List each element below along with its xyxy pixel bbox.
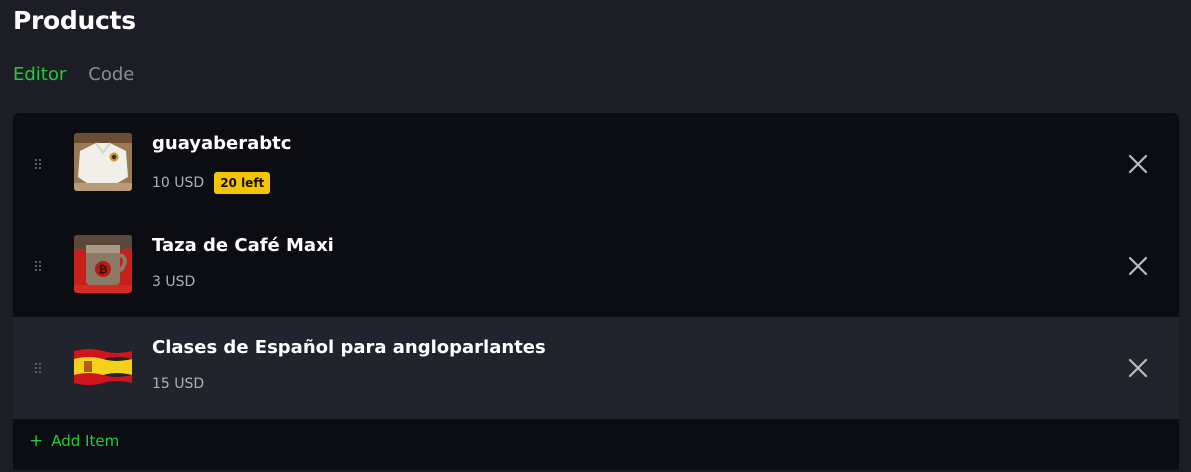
close-icon[interactable] xyxy=(1127,357,1149,379)
product-row[interactable]: ₿ Taza de Café Maxi 3 USD xyxy=(13,215,1179,317)
coffee-mug-photo-icon: ₿ xyxy=(74,235,132,293)
product-name: guayaberabtc xyxy=(152,133,292,154)
product-meta: 15 USD xyxy=(152,376,204,392)
close-icon[interactable] xyxy=(1127,153,1149,175)
stock-badge: 20 left xyxy=(214,172,271,194)
product-row[interactable]: Clases de Español para angloparlantes 15… xyxy=(13,317,1179,419)
product-name: Taza de Café Maxi xyxy=(152,235,334,256)
page-title: Products xyxy=(13,6,136,35)
product-price: 15 USD xyxy=(152,376,205,392)
product-price: 10 USD xyxy=(152,175,205,191)
svg-text:₿: ₿ xyxy=(99,263,108,276)
shirt-photo-icon xyxy=(74,133,132,191)
spain-flag-icon xyxy=(74,337,132,395)
add-item-button[interactable]: + Add Item xyxy=(29,432,119,450)
product-row[interactable]: guayaberabtc 10 USD 20 left xyxy=(13,113,1179,215)
product-name: Clases de Español para angloparlantes xyxy=(152,337,546,358)
add-item-label: Add Item xyxy=(51,432,120,450)
close-icon[interactable] xyxy=(1127,255,1149,277)
drag-handle-icon[interactable] xyxy=(35,261,41,271)
tab-code[interactable]: Code xyxy=(88,64,134,85)
product-meta: 3 USD xyxy=(152,274,195,290)
product-meta: 10 USD 20 left xyxy=(152,172,271,194)
product-list: guayaberabtc 10 USD 20 left ₿ Taza de Ca… xyxy=(13,113,1179,470)
plus-icon: + xyxy=(29,430,44,451)
drag-handle-icon[interactable] xyxy=(35,363,41,373)
products-panel: Products Editor Code guayaberabtc 10 USD… xyxy=(0,0,1191,472)
product-price: 3 USD xyxy=(152,274,196,290)
tab-bar: Editor Code xyxy=(13,64,134,85)
tab-editor[interactable]: Editor xyxy=(13,64,66,85)
drag-handle-icon[interactable] xyxy=(35,159,41,169)
